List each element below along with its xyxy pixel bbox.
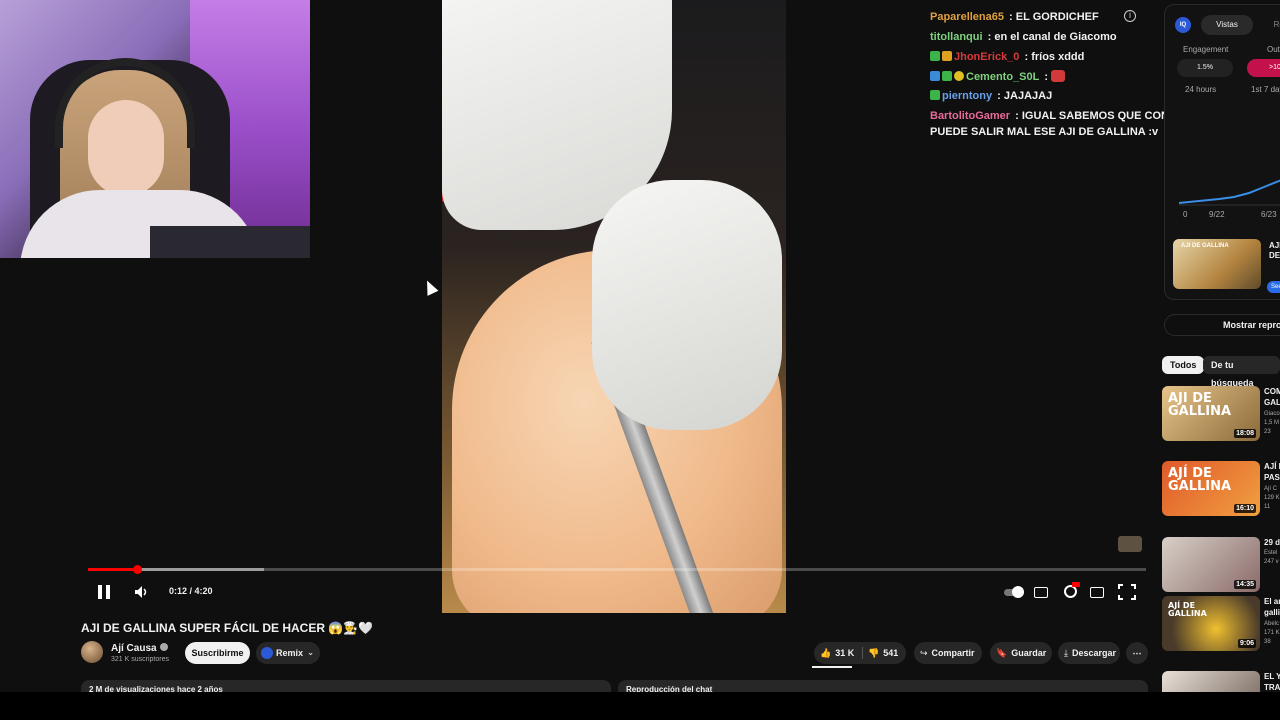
- streamer-webcam: [0, 0, 310, 258]
- bookmark-icon: 🔖: [996, 649, 1008, 659]
- like-button[interactable]: 👍 31 K: [820, 642, 854, 665]
- coin-badge-icon: [954, 71, 964, 81]
- thumbs-up-icon: 👍: [820, 649, 832, 659]
- share-button[interactable]: ↪ Compartir: [914, 642, 982, 664]
- video-thumbnail[interactable]: AJÍ DE GALLINA 9:06: [1162, 596, 1260, 651]
- range-24h[interactable]: 24 hours: [1185, 85, 1216, 94]
- settings-gear-icon[interactable]: [1062, 582, 1080, 600]
- filter-from-search[interactable]: De tu búsqueda: [1203, 356, 1280, 388]
- related-video-thumbnail[interactable]: AJI DE GALLINA: [1173, 239, 1261, 289]
- engagement-value: 1.5%: [1177, 59, 1233, 77]
- chat-replay-panel[interactable]: Reproducción del chat: [618, 680, 1148, 692]
- video-thumbnail[interactable]: 14:35: [1162, 537, 1260, 592]
- recommendation-item[interactable]: AJÍ DE GALLINA 9:06 El ar galli Abelc 171…: [1162, 596, 1280, 652]
- plus-badge-icon: [930, 51, 940, 61]
- remix-button[interactable]: Remix ⌄: [256, 642, 320, 664]
- chat-message: pierntony : JAJAJAJ: [930, 90, 1052, 102]
- iq-remix-icon: [261, 647, 273, 659]
- verified-icon: [159, 643, 168, 651]
- views-sparkline: [1179, 179, 1280, 206]
- download-button[interactable]: ⤓ Descargar: [1058, 642, 1120, 664]
- video-thumbnail[interactable]: AJI DE GALLINA 18:08: [1162, 386, 1260, 441]
- video-player[interactable]: [442, 0, 786, 613]
- taskbar: [0, 692, 1280, 720]
- gem-badge-icon: [930, 71, 940, 81]
- share-icon: ↪: [920, 649, 928, 659]
- subscriber-count: 321 K suscriptores: [111, 656, 169, 663]
- autoplay-toggle[interactable]: [1004, 584, 1024, 600]
- pause-icon: [96, 585, 112, 599]
- dislike-button[interactable]: 👎 541: [868, 642, 898, 665]
- save-button[interactable]: 🔖 Guardar: [990, 642, 1052, 664]
- recommendation-item[interactable]: AJÍ DE GALLINA 16:10 AJÍ I PASO Ají C129…: [1162, 461, 1280, 517]
- tab-other[interactable]: Ren: [1261, 15, 1280, 35]
- video-title: AJI DE GALLINA SUPER FÁCIL DE HACER 😱👨‍🍳…: [81, 621, 374, 635]
- chevron-down-icon: ⌄: [307, 648, 314, 657]
- subtitles-icon[interactable]: [1034, 587, 1048, 598]
- recommendation-item[interactable]: EL Y TRA: [1162, 671, 1280, 692]
- like-dislike-group: 👍 31 K 👎 541: [814, 642, 906, 664]
- chat-message: Cemento_S0L :: [930, 70, 1066, 83]
- iq-logo-icon: IQ: [1175, 17, 1191, 33]
- filter-all[interactable]: Todos: [1162, 356, 1205, 374]
- theater-mode-icon[interactable]: [1090, 587, 1104, 598]
- analytics-panel: IQ Vistas Ren Engagement Out 1.5% >10 24…: [1164, 4, 1280, 300]
- range-7d[interactable]: 1st 7 days: [1251, 85, 1280, 94]
- more-actions-button[interactable]: ⋯: [1126, 642, 1148, 664]
- recommendation-item[interactable]: 14:35 29 d Estel 247 v: [1162, 537, 1280, 593]
- chat-message: Paparellena65 : EL GORDICHEF: [930, 11, 1099, 23]
- thumbs-down-icon: 👎: [868, 649, 880, 659]
- related-video-title[interactable]: AJI DE: [1269, 241, 1280, 261]
- sub-badge-icon: [942, 51, 952, 61]
- info-icon[interactable]: i: [1124, 10, 1136, 22]
- see-button[interactable]: See: [1267, 281, 1280, 293]
- volume-icon: [135, 586, 147, 598]
- channel-name[interactable]: Ají Causa: [111, 643, 168, 654]
- engagement-label: Engagement: [1183, 45, 1229, 54]
- video-thumbnail[interactable]: AJÍ DE GALLINA 16:10: [1162, 461, 1260, 516]
- video-thumbnail[interactable]: [1162, 671, 1260, 692]
- show-chat-replay-button[interactable]: Mostrar reprod: [1164, 314, 1280, 336]
- channel-watermark-icon[interactable]: [1118, 536, 1142, 552]
- chat-message: JhonErick_0 : fríos xddd: [930, 51, 1084, 63]
- time-display: 0:12 / 4:20: [169, 586, 213, 596]
- mouse-cursor-icon: [421, 278, 439, 296]
- recommendation-item[interactable]: AJI DE GALLINA 18:08 COM GAL Giaco 1,5 M2…: [1162, 386, 1280, 442]
- fullscreen-icon[interactable]: [1118, 584, 1136, 600]
- subscribe-button[interactable]: Suscribirme: [185, 642, 250, 664]
- plus-badge-icon: [930, 90, 940, 100]
- progress-scrubber[interactable]: [133, 565, 142, 574]
- outlier-label: Out: [1267, 45, 1280, 54]
- tab-vistas[interactable]: Vistas: [1201, 15, 1253, 35]
- progress-played: [88, 568, 137, 571]
- download-icon: ⤓: [1064, 649, 1068, 659]
- volume-button[interactable]: [133, 582, 149, 602]
- chat-message: titollanqui : en el canal de Giacomo: [930, 31, 1117, 43]
- description-box[interactable]: 2 M de visualizaciones hace 2 años: [81, 680, 611, 692]
- pause-button[interactable]: [96, 582, 112, 602]
- channel-avatar[interactable]: [81, 641, 103, 663]
- outlier-value: >10: [1247, 59, 1280, 77]
- more-icon: ⋯: [1132, 648, 1142, 658]
- plus-badge-icon: [942, 71, 952, 81]
- emote-icon: [1051, 70, 1066, 82]
